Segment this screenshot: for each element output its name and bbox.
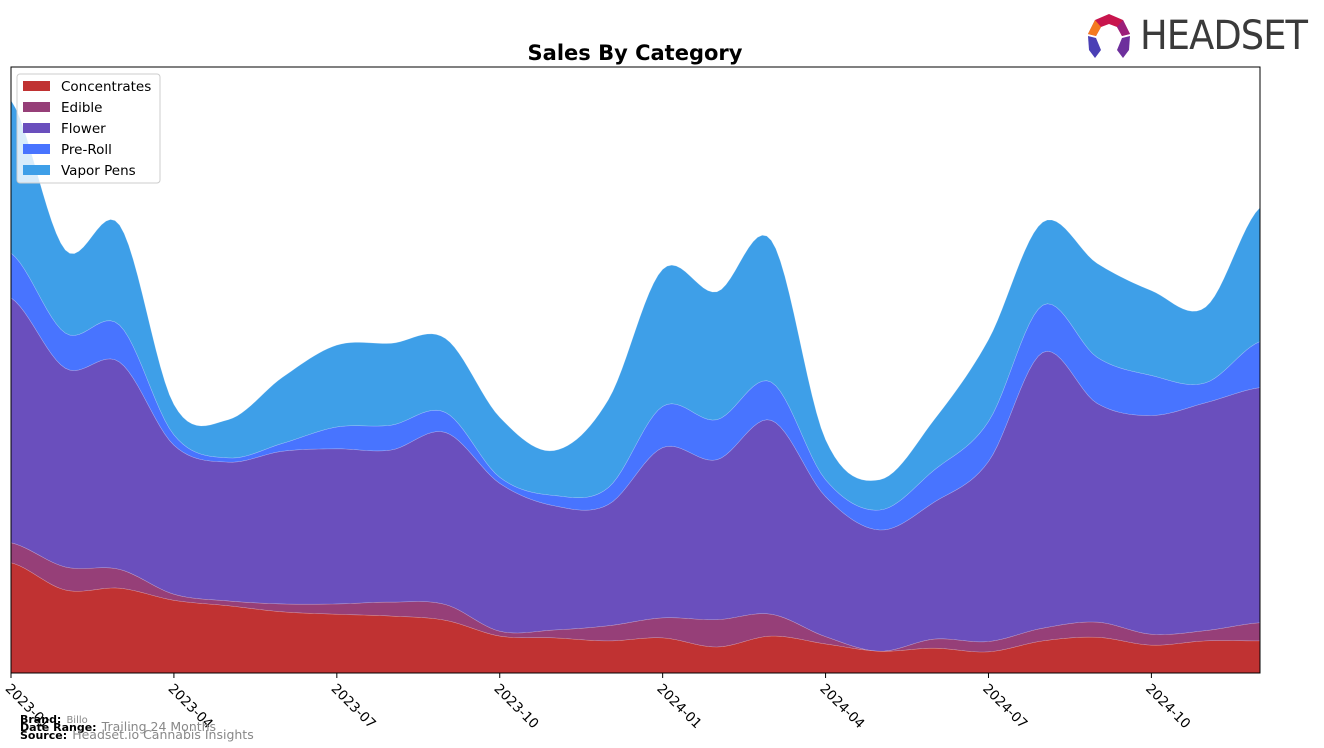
source-label: Source: [20,729,68,742]
chart-title: Sales By Category [528,41,743,65]
legend-label: Flower [61,121,106,137]
legend-swatch-flower [23,123,50,133]
legend-swatch-pre-roll [23,144,50,154]
legend-label: Edible [61,100,102,116]
legend-label: Vapor Pens [61,163,136,179]
legend-label: Pre-Roll [61,142,112,158]
legend: Concentrates Edible Flower Pre-Roll Vapor Pe… [16,73,161,184]
x-tick-label: 2023-10 [491,681,542,732]
x-tick-label: 2024-04 [816,681,867,732]
legend-swatch-concentrates [23,81,50,91]
headset-logo-icon [1088,14,1130,58]
legend-label: Concentrates [61,79,151,95]
sales-by-category-chart: Sales By Category 2023-01 2023-04 2023-07 2… [2,41,1261,732]
area-layers [10,99,1261,674]
headset-logo: HEADSET [1084,12,1314,62]
footer-source: Source: Headset.io Cannabis Insights [20,726,254,742]
x-tick-label: 2024-07 [979,681,1030,732]
x-tick-label: 2024-01 [653,681,704,732]
x-tick-label: 2023-07 [328,681,379,732]
headset-logo-text: HEADSET [1140,13,1308,59]
x-tick-label: 2024-10 [1142,681,1193,732]
legend-swatch-edible [23,102,50,112]
legend-swatch-vapor-pens [23,165,50,175]
source-value: Headset.io Cannabis Insights [72,727,254,742]
